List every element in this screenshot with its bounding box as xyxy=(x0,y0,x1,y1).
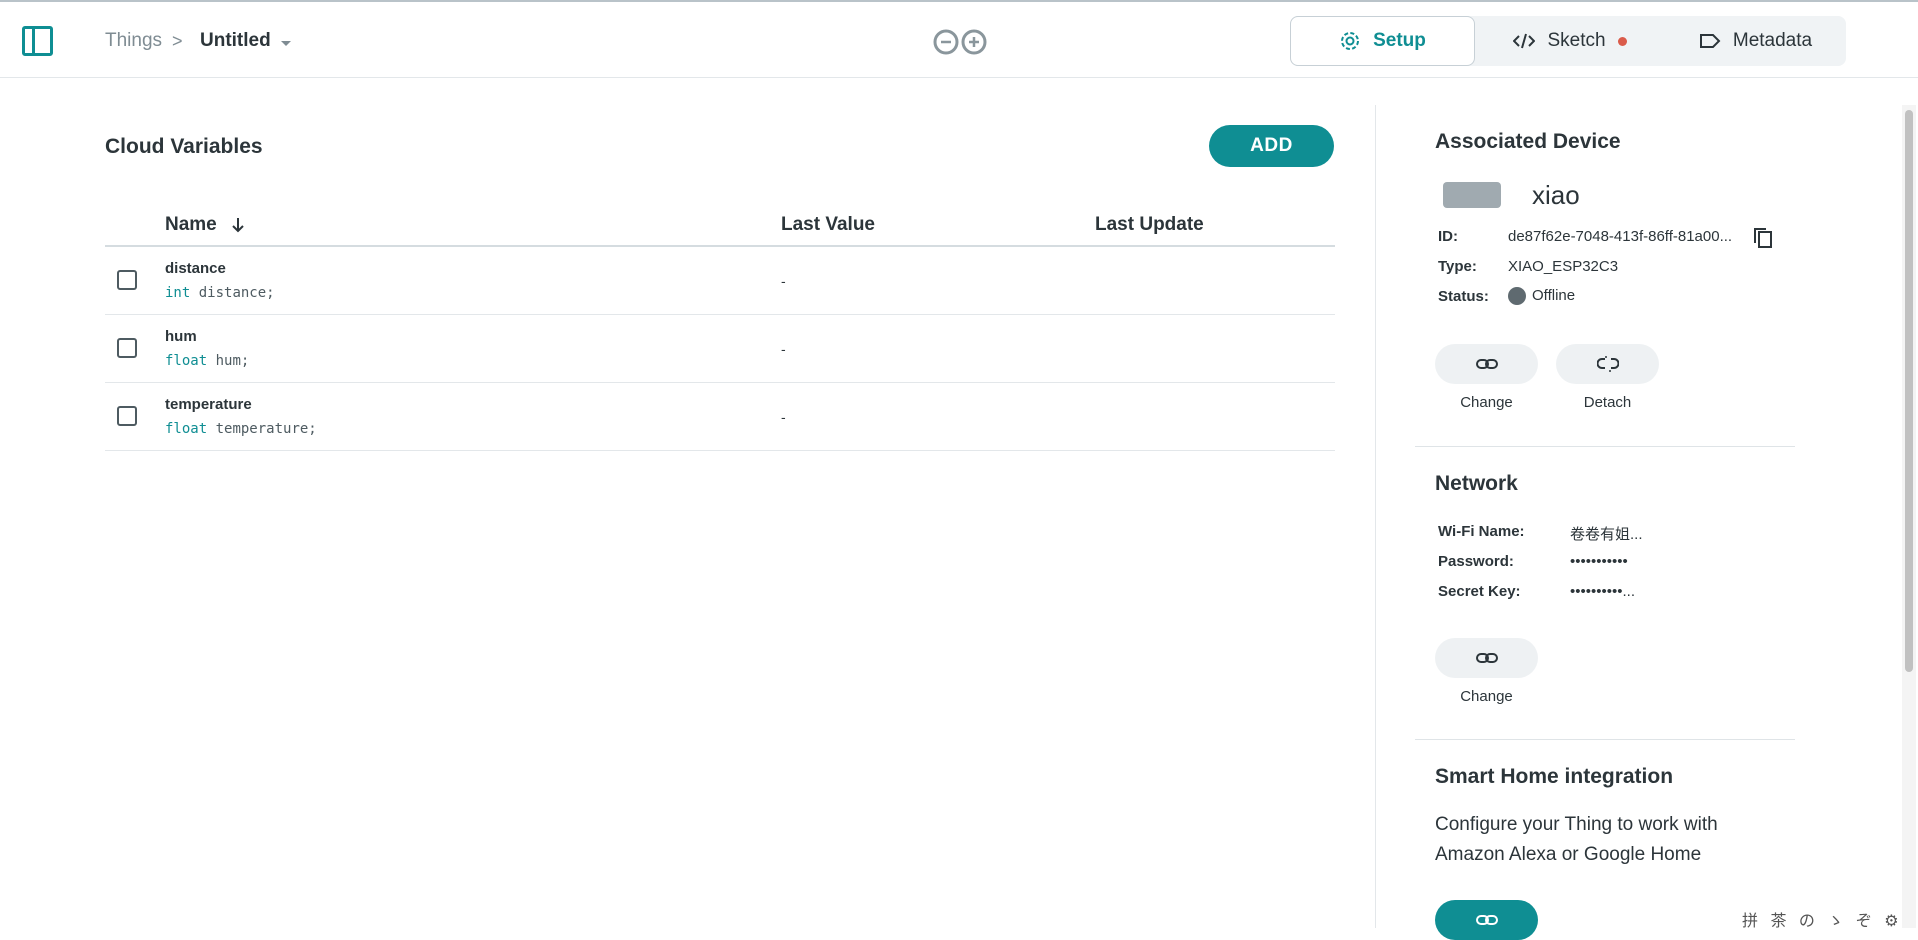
section-divider xyxy=(1415,739,1795,740)
breadcrumb-separator: > xyxy=(172,31,183,51)
tag-icon xyxy=(1699,34,1721,48)
smart-home-link-button[interactable] xyxy=(1435,900,1538,940)
variable-declaration: float hum; xyxy=(165,353,249,369)
code-icon xyxy=(1513,33,1536,49)
password-value: ••••••••••• xyxy=(1570,553,1628,570)
cloud-variables-title: Cloud Variables xyxy=(105,135,263,158)
tab-setup-label: Setup xyxy=(1373,30,1426,51)
tab-setup[interactable]: Setup xyxy=(1290,16,1475,66)
wifi-name: 卷卷有姐... xyxy=(1570,526,1643,543)
column-name-label: Name xyxy=(165,214,217,235)
variable-name: distance xyxy=(165,260,226,277)
offline-status-icon xyxy=(1508,287,1526,306)
change-network-label: Change xyxy=(1460,688,1513,705)
device-type: XIAO_ESP32C3 xyxy=(1508,258,1619,275)
change-device-button[interactable] xyxy=(1435,344,1538,384)
section-divider xyxy=(1415,446,1795,447)
sidebar-toggle-icon[interactable] xyxy=(22,26,53,56)
unsaved-indicator xyxy=(1617,36,1627,46)
secret-key-label: Secret Key: xyxy=(1438,583,1521,600)
variable-decl-name: hum; xyxy=(215,353,250,369)
smart-home-description: Configure your Thing to work with Amazon… xyxy=(1435,814,1718,865)
variable-type: int xyxy=(165,285,191,301)
last-value: - xyxy=(781,341,786,357)
smart-home-title: Smart Home integration xyxy=(1435,765,1674,788)
copy-icon[interactable] xyxy=(1752,226,1774,250)
detach-device-label: Detach xyxy=(1583,394,1632,411)
thing-title[interactable]: Untitled xyxy=(200,30,271,52)
row-checkbox[interactable] xyxy=(117,406,137,426)
chevron-down-icon[interactable] xyxy=(281,41,291,46)
device-status: Offline xyxy=(1508,287,1576,306)
secret-key-value: ••••••••••... xyxy=(1570,583,1636,600)
device-board-icon xyxy=(1443,182,1501,208)
add-variable-button[interactable]: ADD xyxy=(1209,125,1334,167)
unlink-icon xyxy=(1596,356,1619,372)
change-device-label: Change xyxy=(1460,394,1513,411)
variable-name: hum xyxy=(165,328,197,345)
variable-declaration: int distance; xyxy=(165,285,275,301)
tab-metadata-label: Metadata xyxy=(1732,30,1813,51)
breadcrumb-things[interactable]: Things xyxy=(105,30,162,52)
last-value: - xyxy=(781,273,786,289)
scrollbar-thumb[interactable] xyxy=(1905,110,1913,672)
table-row[interactable]: distance int distance; - xyxy=(105,247,1335,315)
device-status-label: Status: xyxy=(1438,288,1489,305)
table-header: Name Last Value Last Update xyxy=(105,202,1335,247)
associated-device-title: Associated Device xyxy=(1435,130,1621,153)
tab-sketch-label: Sketch xyxy=(1547,30,1606,51)
device-id: de87f62e-7048-413f-86ff-81a00... xyxy=(1508,228,1733,245)
link-icon xyxy=(1475,915,1498,925)
device-id-label: ID: xyxy=(1438,228,1458,245)
gear-icon xyxy=(1341,32,1360,50)
device-type-label: Type: xyxy=(1438,258,1477,275)
arrow-down-icon xyxy=(232,217,244,233)
variable-type: float xyxy=(165,353,208,369)
network-title: Network xyxy=(1435,472,1518,495)
variable-name: temperature xyxy=(165,396,252,413)
variable-type: float xyxy=(165,421,208,437)
row-checkbox[interactable] xyxy=(117,338,137,358)
variable-decl-name: distance; xyxy=(198,285,275,301)
row-checkbox[interactable] xyxy=(117,270,137,290)
variables-table: Name Last Value Last Update distance int… xyxy=(105,202,1335,451)
device-name: xiao xyxy=(1532,180,1580,210)
detach-device-button[interactable] xyxy=(1556,344,1659,384)
top-bar: Things > Untitled Setup Sketch Metadata xyxy=(0,2,1918,78)
change-network-button[interactable] xyxy=(1435,638,1538,678)
arduino-logo-icon xyxy=(933,29,987,55)
tab-sketch[interactable]: Sketch xyxy=(1480,16,1660,66)
table-row[interactable]: temperature float temperature; - xyxy=(105,383,1335,451)
link-icon xyxy=(1475,359,1498,369)
last-value: - xyxy=(781,409,786,425)
link-icon xyxy=(1475,653,1498,663)
view-tabs: Setup Sketch Metadata xyxy=(1290,16,1846,66)
column-name[interactable]: Name xyxy=(165,214,246,236)
tab-metadata[interactable]: Metadata xyxy=(1665,16,1846,66)
column-last-update[interactable]: Last Update xyxy=(1095,214,1204,236)
password-label: Password: xyxy=(1438,553,1514,570)
variable-decl-name: temperature; xyxy=(215,421,317,437)
panel-divider xyxy=(1375,105,1376,928)
table-row[interactable]: hum float hum; - xyxy=(105,315,1335,383)
device-status-text: Offline xyxy=(1532,287,1576,304)
variable-declaration: float temperature; xyxy=(165,421,317,437)
ime-status-bar: 拼 茶 の ゝ ぞ ⚙ xyxy=(1742,913,1903,930)
column-last-value[interactable]: Last Value xyxy=(781,214,875,236)
wifi-name-label: Wi-Fi Name: xyxy=(1438,523,1525,540)
